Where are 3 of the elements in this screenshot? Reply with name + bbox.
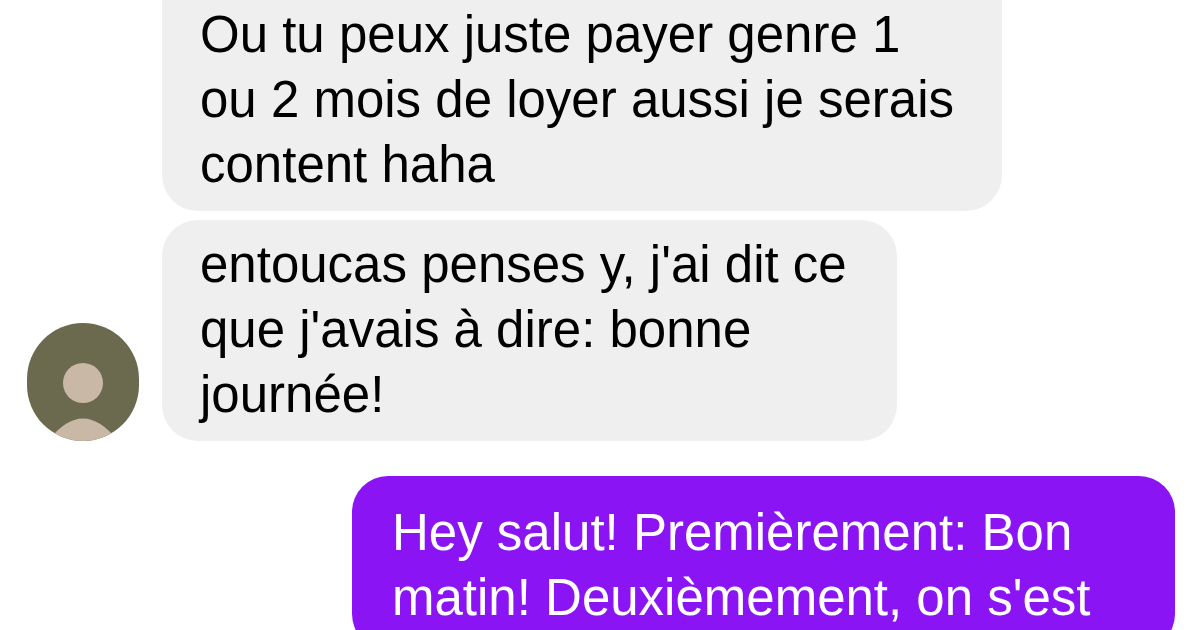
received-message-bubble: entoucas penses y, j'ai dit ce que j'avais à dire: bonne journée! bbox=[162, 220, 897, 441]
sent-message-bubble: Hey salut! Premièrement: Bon matin! Deuxièmement, on s'est bbox=[352, 476, 1175, 630]
received-message-bubble: Ou tu peux juste payer genre 1 ou 2 mois de loyer aussi je serais content haha bbox=[162, 0, 1002, 211]
